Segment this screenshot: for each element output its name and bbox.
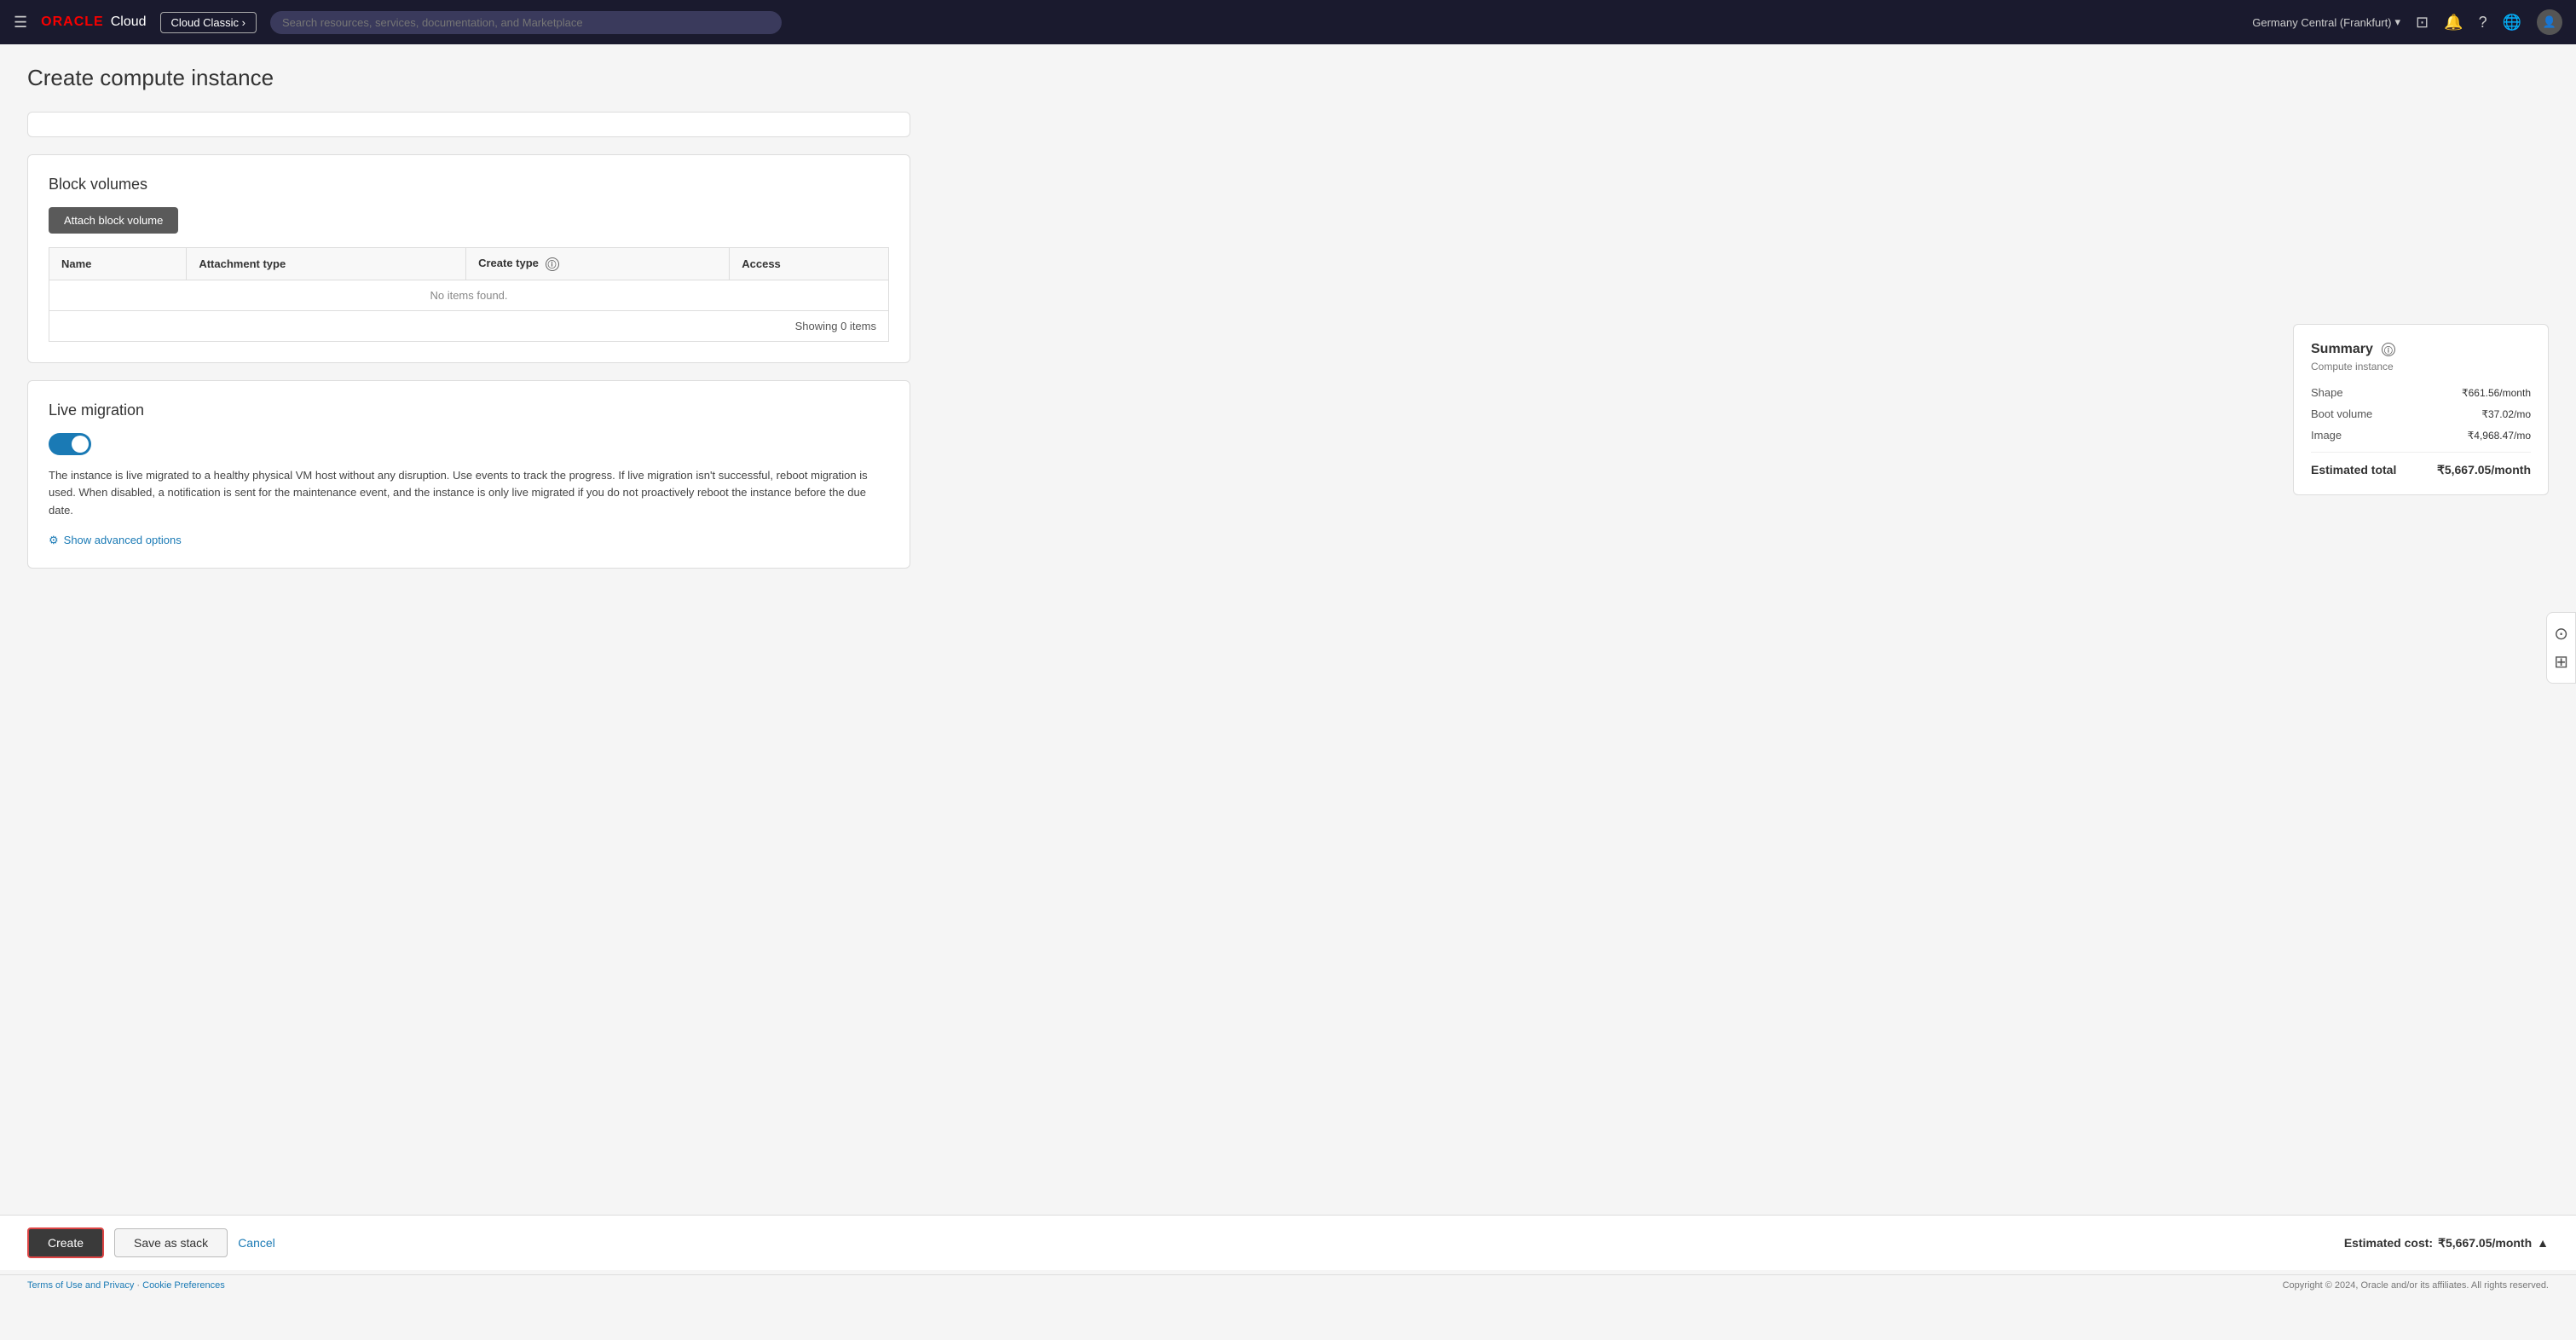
live-migration-toggle[interactable] <box>49 433 91 455</box>
help-icon[interactable]: ? <box>2479 14 2487 32</box>
shape-label: Shape <box>2311 386 2343 399</box>
summary-shape-row: Shape ₹661.56/month <box>2311 386 2531 399</box>
previous-section-hint <box>27 112 910 137</box>
live-migration-toggle-row <box>49 433 889 455</box>
boot-volume-value: ₹37.02/mo <box>2481 408 2531 420</box>
footer-action-bar: Create Save as stack Cancel Estimated co… <box>0 1215 2576 1270</box>
help-widget: ⊙ ⊞ <box>2546 612 2576 684</box>
region-name: Germany Central (Frankfurt) <box>2252 16 2391 29</box>
summary-image-row: Image ₹4,968.47/mo <box>2311 429 2531 442</box>
advanced-options-icon: ⚙ <box>49 534 59 547</box>
avatar-icon: 👤 <box>2543 15 2556 29</box>
summary-boot-volume-row: Boot volume ₹37.02/mo <box>2311 407 2531 420</box>
footer-links: Terms of Use and Privacy · Cookie Prefer… <box>27 1280 225 1291</box>
summary-subtitle: Compute instance <box>2311 361 2531 373</box>
table-empty-row: No items found. <box>49 280 889 310</box>
block-volumes-section: Block volumes Attach block volume Name A… <box>27 154 910 363</box>
showing-count: Showing 0 items <box>49 310 889 341</box>
estimated-cost-label: Estimated cost: <box>2344 1236 2433 1250</box>
total-label: Estimated total <box>2311 463 2396 477</box>
cost-chevron-icon[interactable]: ▲ <box>2537 1236 2549 1250</box>
nav-right-section: Germany Central (Frankfurt) ▾ ⊡ 🔔 ? 🌐 👤 <box>2252 9 2562 35</box>
main-content: Create compute instance Block volumes At… <box>0 44 938 606</box>
page-title: Create compute instance <box>27 65 910 91</box>
table-header-row: Name Attachment type Create type ⓘ Acces… <box>49 248 889 280</box>
terms-link[interactable]: Terms of Use and Privacy <box>27 1280 134 1291</box>
block-volumes-title: Block volumes <box>49 176 889 193</box>
oracle-logo: ORACLE Cloud <box>41 14 146 30</box>
region-selector[interactable]: Germany Central (Frankfurt) ▾ <box>2252 15 2400 29</box>
show-advanced-options-link[interactable]: ⚙ Show advanced options <box>49 534 889 547</box>
live-migration-title: Live migration <box>49 401 889 419</box>
total-value: ₹5,667.05/month <box>2437 463 2531 477</box>
region-chevron-icon: ▾ <box>2395 15 2401 29</box>
cookie-preferences-link[interactable]: Cookie Preferences <box>142 1280 225 1291</box>
search-input[interactable] <box>270 11 782 34</box>
cancel-button[interactable]: Cancel <box>238 1236 275 1250</box>
globe-icon[interactable]: 🌐 <box>2503 14 2521 32</box>
attach-block-volume-button[interactable]: Attach block volume <box>49 207 178 234</box>
oracle-text: ORACLE <box>41 14 104 30</box>
shape-value: ₹661.56/month <box>2462 387 2531 399</box>
col-attachment-type: Attachment type <box>187 248 466 280</box>
toggle-knob <box>72 436 89 453</box>
summary-panel: Summary ⓘ Compute instance Shape ₹661.56… <box>2293 324 2549 495</box>
create-type-info-icon[interactable]: ⓘ <box>546 257 559 271</box>
col-name: Name <box>49 248 187 280</box>
summary-title: Summary ⓘ <box>2311 342 2531 357</box>
show-advanced-label: Show advanced options <box>64 534 182 546</box>
bottom-footer: Terms of Use and Privacy · Cookie Prefer… <box>0 1274 2576 1296</box>
user-avatar[interactable]: 👤 <box>2537 9 2562 35</box>
no-items-text: No items found. <box>49 280 889 310</box>
estimated-cost-value: ₹5,667.05/month <box>2438 1236 2532 1250</box>
cloud-classic-button[interactable]: Cloud Classic › <box>160 12 257 33</box>
live-migration-section: Live migration The instance is live migr… <box>27 380 910 569</box>
create-button[interactable]: Create <box>27 1227 104 1258</box>
col-access: Access <box>730 248 889 280</box>
cloud-text: Cloud <box>111 14 147 30</box>
summary-info-icon[interactable]: ⓘ <box>2382 343 2395 356</box>
table-showing-row: Showing 0 items <box>49 310 889 341</box>
help-grid-icon[interactable]: ⊞ <box>2554 651 2568 673</box>
summary-total-row: Estimated total ₹5,667.05/month <box>2311 463 2531 477</box>
live-migration-description: The instance is live migrated to a healt… <box>49 467 889 520</box>
block-volumes-table: Name Attachment type Create type ⓘ Acces… <box>49 247 889 342</box>
search-bar[interactable] <box>270 11 782 34</box>
save-as-stack-button[interactable]: Save as stack <box>114 1228 228 1257</box>
col-create-type: Create type ⓘ <box>466 248 730 280</box>
help-circle-icon[interactable]: ⊙ <box>2554 623 2568 644</box>
top-navigation: ☰ ORACLE Cloud Cloud Classic › Germany C… <box>0 0 2576 44</box>
image-value: ₹4,968.47/mo <box>2468 430 2531 442</box>
notifications-icon[interactable]: 🔔 <box>2444 14 2463 32</box>
hamburger-menu[interactable]: ☰ <box>14 14 27 32</box>
boot-volume-label: Boot volume <box>2311 407 2372 420</box>
summary-divider <box>2311 452 2531 453</box>
footer-estimated-cost: Estimated cost: ₹5,667.05/month ▲ <box>2344 1236 2549 1250</box>
copyright-text: Copyright © 2024, Oracle and/or its affi… <box>2283 1280 2549 1291</box>
console-icon[interactable]: ⊡ <box>2416 14 2429 32</box>
image-label: Image <box>2311 429 2342 442</box>
summary-title-text: Summary <box>2311 342 2373 357</box>
